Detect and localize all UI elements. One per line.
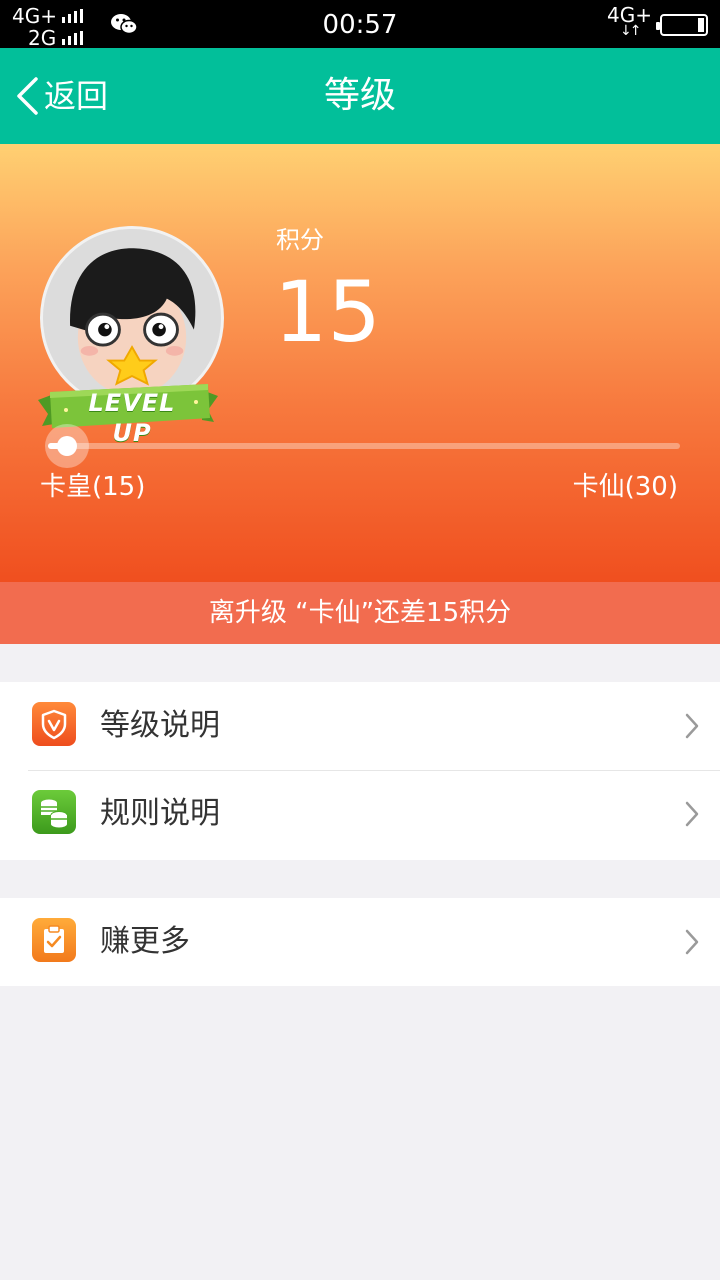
menu-item-rules-description[interactable]: 规则说明 (0, 770, 720, 858)
chevron-right-icon (684, 800, 700, 828)
level-up-text: LEVEL UP (88, 389, 176, 447)
clipboard-check-icon (32, 918, 76, 962)
network-type-right: 4G+ (607, 3, 652, 27)
battery-icon (656, 14, 708, 36)
shield-v-icon (32, 702, 76, 746)
chevron-right-icon (684, 928, 700, 956)
menu-group-info: 等级说明 规则说明 (0, 682, 720, 860)
chevron-right-icon (684, 712, 700, 740)
menu-label-rules-description: 规则说明 (100, 796, 220, 831)
next-level-label: 卡仙(30) (572, 472, 678, 502)
level-card: LEVEL UP 积分 15 卡皇(15) 卡仙(30) (0, 144, 720, 582)
menu-label-level-description: 等级说明 (100, 708, 220, 743)
points-value: 15 (274, 263, 381, 361)
progress-knob (44, 424, 89, 468)
page-title: 等级 (323, 75, 396, 116)
upgrade-notice: 离升级 “卡仙”还差15积分 (0, 582, 720, 644)
data-activity-icon: ↓↑ (620, 23, 642, 39)
level-progress-bar (44, 424, 680, 468)
menu-label-earn-more: 赚更多 (100, 924, 190, 959)
points-label: 积分 (276, 226, 324, 254)
coins-icon (32, 790, 76, 834)
menu-item-level-description[interactable]: 等级说明 (0, 682, 720, 771)
title-bar: 返回 等级 (0, 48, 720, 144)
menu-group-earn: 赚更多 (0, 898, 720, 986)
menu-item-earn-more[interactable]: 赚更多 (0, 898, 720, 986)
status-bar: 4G+ 2G 00:57 4G+ ↓↑ (0, 0, 720, 48)
current-level-label: 卡皇(15) (40, 472, 146, 502)
